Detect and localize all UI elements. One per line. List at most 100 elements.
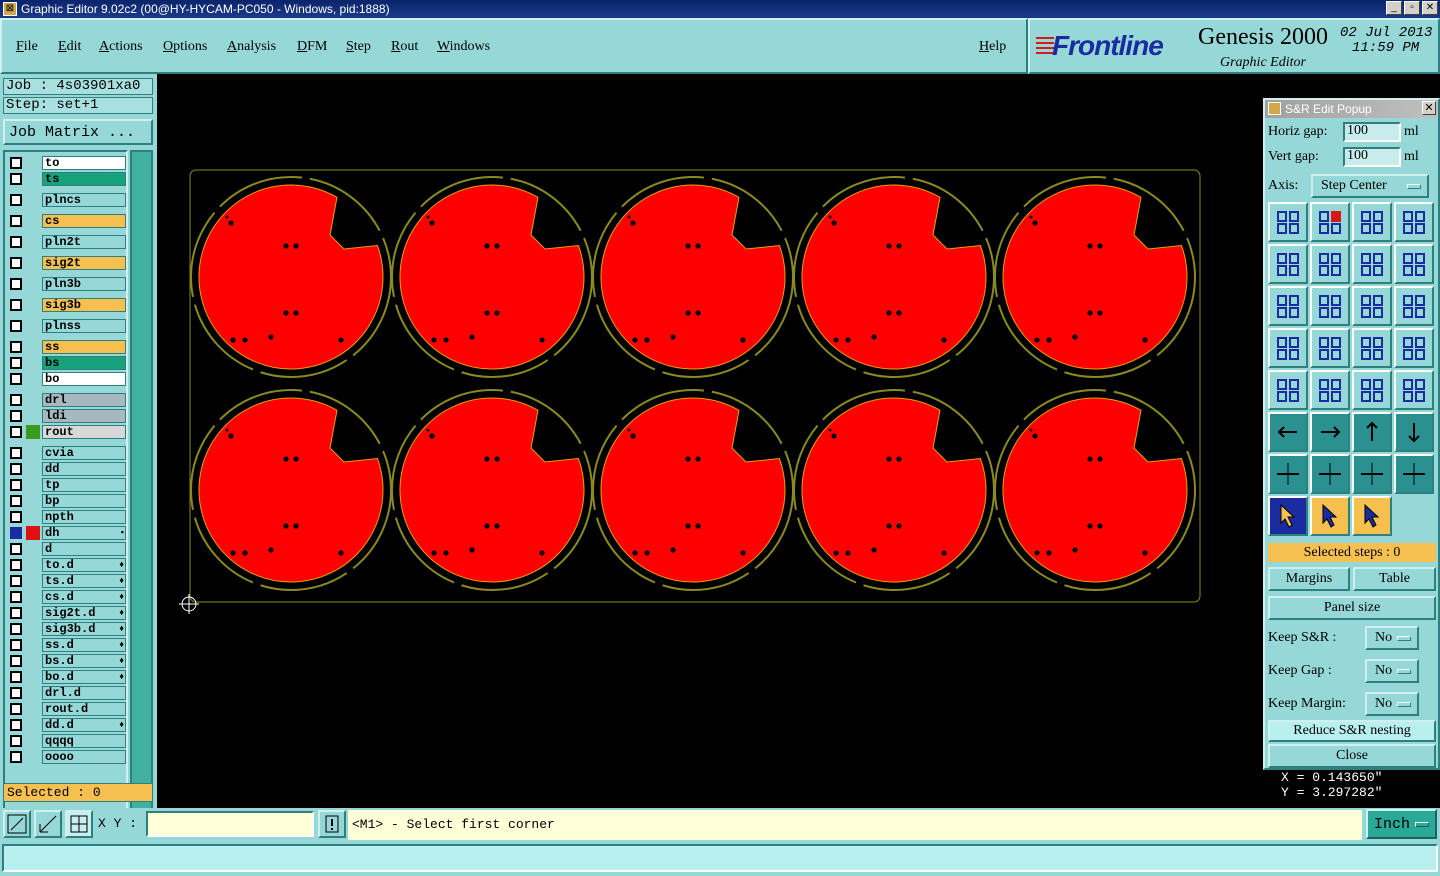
layer-checkbox[interactable] (10, 703, 22, 715)
layer-checkbox[interactable] (10, 320, 22, 332)
layer-row-dd[interactable]: dd (8, 462, 126, 476)
arrow-left-icon[interactable] (1268, 412, 1308, 452)
layer-name[interactable]: bs.d (42, 654, 126, 668)
layer-row-cvia[interactable]: cvia (8, 446, 126, 460)
layer-checkbox[interactable] (10, 671, 22, 683)
layer-row-sig2t[interactable]: sig2t (8, 256, 126, 270)
layer-row-ss-d[interactable]: ss.d ♦ (8, 638, 126, 652)
menu-help[interactable]: Help (979, 39, 1006, 55)
table-button[interactable]: Table (1353, 567, 1436, 591)
layer-name[interactable]: oooo (42, 750, 126, 764)
layer-name[interactable]: qqqq (42, 734, 126, 748)
layer-checkbox[interactable] (10, 157, 22, 169)
layer-row-plnss[interactable]: plnss (8, 319, 126, 333)
horiz-gap-input[interactable]: 100 (1343, 122, 1401, 142)
layer-name[interactable]: ss (42, 340, 126, 354)
layer-name[interactable]: to (42, 156, 126, 170)
layer-checkbox[interactable] (10, 341, 22, 353)
layer-row-bs-d[interactable]: bs.d ♦ (8, 654, 126, 668)
close-popup-button[interactable]: Close (1268, 744, 1436, 768)
layer-name[interactable]: bo (42, 372, 126, 386)
layer-checkbox[interactable] (10, 495, 22, 507)
layer-checkbox[interactable] (10, 463, 22, 475)
layer-row-dh[interactable]: dh ▪ (8, 526, 126, 540)
layer-name[interactable]: cs.d (42, 590, 126, 604)
layer-name[interactable]: sig3b.d (42, 622, 126, 636)
layer-checkbox[interactable] (10, 426, 22, 438)
sr-delete-move-icon[interactable] (1310, 244, 1350, 284)
layer-checkbox[interactable] (10, 299, 22, 311)
job-matrix-button[interactable]: Job Matrix ... (3, 119, 153, 145)
graphic-canvas[interactable] (157, 74, 1263, 808)
layer-checkbox[interactable] (10, 257, 22, 269)
sr-swap-icon[interactable] (1352, 286, 1392, 326)
popup-close-icon[interactable]: ✕ (1422, 101, 1436, 115)
menu-dfm[interactable]: DFM (297, 39, 327, 55)
layer-checkbox[interactable] (10, 639, 22, 651)
layer-name[interactable]: dd.d (42, 718, 126, 732)
sr-move-icon[interactable] (1268, 244, 1308, 284)
minimize-button[interactable]: _ (1386, 1, 1402, 15)
layer-row-rout-d[interactable]: rout.d (8, 702, 126, 716)
layer-checkbox[interactable] (10, 575, 22, 587)
info-icon[interactable] (318, 810, 346, 838)
spread-vertical-icon[interactable] (1310, 454, 1350, 494)
layer-name[interactable]: sig2t.d (42, 606, 126, 620)
menu-options[interactable]: Options (163, 39, 207, 55)
zoom-fit-icon[interactable] (3, 810, 31, 838)
close-window-button[interactable]: ✕ (1422, 1, 1438, 15)
layer-row-bo-d[interactable]: bo.d ♦ (8, 670, 126, 684)
layer-checkbox[interactable] (10, 527, 22, 539)
layer-row-ts[interactable]: ts (8, 172, 126, 186)
sr-stack-icon[interactable] (1268, 370, 1308, 410)
layer-checkbox[interactable] (10, 236, 22, 248)
layer-name[interactable]: bo.d (42, 670, 126, 684)
layer-checkbox[interactable] (10, 357, 22, 369)
layer-name[interactable]: sig2t (42, 256, 126, 270)
layer-name[interactable]: drl.d (42, 686, 126, 700)
sr-align-top-icon[interactable] (1352, 328, 1392, 368)
layer-checkbox[interactable] (10, 623, 22, 635)
layer-row-npth[interactable]: npth (8, 510, 126, 524)
layer-checkbox[interactable] (10, 173, 22, 185)
sr-rotate-icon[interactable] (1394, 286, 1434, 326)
sr-delete-icon[interactable] (1394, 244, 1434, 284)
layer-name[interactable]: ss.d (42, 638, 126, 652)
arrow-up-icon[interactable] (1352, 412, 1392, 452)
layer-row-sig3b[interactable]: sig3b (8, 298, 126, 312)
sr-cols-icon[interactable] (1352, 370, 1392, 410)
layer-checkbox[interactable] (10, 655, 22, 667)
layer-name[interactable]: d (42, 542, 126, 556)
sr-distribute-icon[interactable] (1394, 370, 1434, 410)
keep-margin-select[interactable]: No (1365, 692, 1419, 716)
measure-icon[interactable] (34, 810, 62, 838)
layer-row-tp[interactable]: tp (8, 478, 126, 492)
layer-name[interactable]: ldi (42, 409, 126, 423)
layer-name[interactable]: rout.d (42, 702, 126, 716)
arrow-down-icon[interactable] (1394, 412, 1434, 452)
layer-name[interactable]: drl (42, 393, 126, 407)
layer-checkbox[interactable] (10, 447, 22, 459)
layer-checkbox[interactable] (10, 543, 22, 555)
arrow-right-icon[interactable] (1310, 412, 1350, 452)
select-pointer-icon[interactable] (1268, 496, 1308, 536)
layer-row-ldi[interactable]: ldi (8, 409, 126, 423)
select-rect-icon[interactable] (1310, 496, 1350, 536)
unit-select[interactable]: Inch (1366, 809, 1437, 839)
layer-row-pln3b[interactable]: pln3b (8, 277, 126, 291)
menu-windows[interactable]: Windows (437, 39, 490, 55)
menu-edit[interactable]: Edit (58, 39, 81, 55)
reduce-nesting-button[interactable]: Reduce S&R nesting (1268, 720, 1436, 742)
layer-row-bp[interactable]: bp (8, 494, 126, 508)
layer-checkbox[interactable] (10, 607, 22, 619)
layer-name[interactable]: bs (42, 356, 126, 370)
layer-row-sig2t-d[interactable]: sig2t.d ♦ (8, 606, 126, 620)
select-step-icon[interactable] (1352, 496, 1392, 536)
layer-checkbox[interactable] (10, 591, 22, 603)
layer-name[interactable]: bp (42, 494, 126, 508)
squeeze-vertical-icon[interactable] (1394, 454, 1434, 494)
layer-row-drl-d[interactable]: drl.d (8, 686, 126, 700)
layer-row-rout[interactable]: rout (8, 425, 126, 439)
layer-name[interactable]: pln3b (42, 277, 126, 291)
layer-name[interactable]: pln2t (42, 235, 126, 249)
